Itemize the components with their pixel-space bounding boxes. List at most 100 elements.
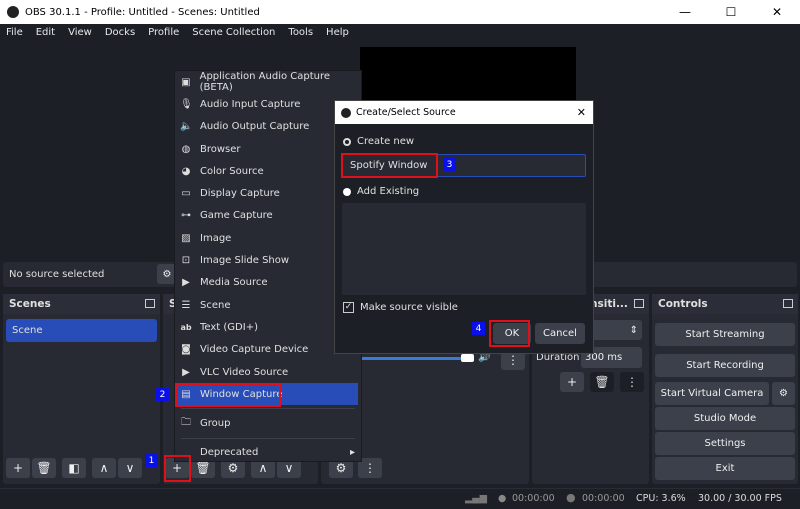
menu-edit[interactable]: Edit — [36, 27, 55, 38]
menu-tools[interactable]: Tools — [288, 27, 313, 38]
no-source-label: No source selected — [9, 269, 105, 280]
title-bar: OBS 30.1.1 - Profile: Untitled - Scenes:… — [0, 0, 800, 24]
exit-button[interactable]: Exit — [655, 457, 795, 480]
scene-filters-button[interactable]: ◧ — [62, 458, 86, 478]
scenes-dock: Scenes Scene + 🗑 ◧ ∧ ∨ — [3, 294, 160, 484]
start-virtual-camera-button[interactable]: Start Virtual Camera — [655, 382, 769, 405]
speaker-icon: 🔈 — [180, 121, 193, 133]
cancel-button[interactable]: Cancel — [535, 323, 585, 344]
image-icon: ▨ — [181, 232, 191, 244]
record-time: 00:00:00 — [582, 493, 625, 504]
menu-item-label: Group — [200, 418, 231, 430]
menu-file[interactable]: File — [6, 27, 23, 38]
highlight-source-name — [341, 153, 438, 178]
obs-logo-icon — [341, 107, 351, 118]
menu-item-label: Video Capture Device — [200, 344, 309, 356]
undock-icon[interactable] — [783, 299, 793, 308]
menu-help[interactable]: Help — [326, 27, 349, 38]
status-bar: ▂▄▆ ● 00:00:00 ● 00:00:00 CPU: 3.6% 30.0… — [0, 488, 800, 509]
menu-item-label: Audio Input Capture — [200, 98, 301, 110]
menu-item-label: Scene — [200, 299, 231, 311]
menu-item-label: VLC Video Source — [200, 366, 289, 378]
volume-slider[interactable] — [361, 357, 471, 360]
menu-item-group[interactable]: 🗀 Group — [175, 412, 361, 434]
menu-item-label: Text (GDI+) — [200, 321, 258, 333]
menu-item-label: Image — [200, 232, 232, 244]
make-visible-label: Make source visible — [360, 302, 458, 313]
monitor-icon: ▭ — [181, 188, 191, 200]
menu-item-label: Media Source — [200, 277, 268, 289]
text-icon: ab — [180, 322, 192, 332]
menu-item-app-audio[interactable]: ▣ Application Audio Capture (BETA) — [175, 71, 361, 93]
settings-button[interactable]: Settings — [655, 432, 795, 455]
add-existing-label: Add Existing — [357, 186, 420, 197]
maximize-button[interactable]: ☐ — [708, 0, 754, 24]
menu-item-label: Image Slide Show — [200, 255, 290, 267]
stream-indicator-icon: ● — [498, 493, 507, 504]
volume-slider-handle[interactable] — [461, 354, 474, 362]
play-icon: ▶ — [182, 277, 190, 289]
make-visible-checkbox[interactable]: ✓ Make source visible — [343, 302, 458, 313]
add-scene-button[interactable]: + — [6, 458, 30, 478]
menu-item-label: Display Capture — [200, 188, 280, 200]
menu-profile[interactable]: Profile — [148, 27, 179, 38]
globe-icon: ◍ — [181, 143, 191, 155]
highlight-add-source — [164, 455, 191, 482]
studio-mode-button[interactable]: Studio Mode — [655, 407, 795, 430]
highlight-ok-button — [489, 320, 530, 347]
remove-transition-button[interactable]: 🗑 — [590, 372, 614, 392]
transition-select[interactable]: ⇕ — [592, 320, 642, 340]
scenes-header: Scenes — [3, 294, 160, 314]
microphone-icon: 🎙 — [180, 98, 193, 110]
close-button[interactable]: ✕ — [754, 0, 800, 24]
menu-item-label: Audio Output Capture — [200, 121, 310, 133]
dialog-title-bar: Create/Select Source ✕ — [335, 101, 593, 124]
folder-icon: 🗀 — [181, 417, 191, 429]
add-existing-radio[interactable]: Add Existing — [343, 186, 419, 197]
menu-bar: File Edit View Docks Profile Scene Colle… — [0, 24, 800, 41]
record-indicator-icon: ● — [566, 491, 576, 504]
menu-scene-collection[interactable]: Scene Collection — [192, 27, 275, 38]
menu-item-vlc-video[interactable]: ▶ VLC Video Source — [175, 361, 361, 383]
remove-scene-button[interactable]: 🗑 — [32, 458, 56, 478]
create-new-label: Create new — [357, 136, 415, 147]
controls-title: Controls — [658, 298, 708, 310]
scenes-title: Scenes — [9, 298, 51, 310]
play-icon: ▶ — [182, 366, 190, 378]
transition-menu-button[interactable]: ⋮ — [620, 372, 644, 392]
stream-time: 00:00:00 — [512, 493, 555, 504]
start-streaming-button[interactable]: Start Streaming — [655, 323, 795, 346]
minimize-button[interactable]: — — [662, 0, 708, 24]
cpu-usage: CPU: 3.6% — [636, 493, 686, 504]
submenu-arrow-icon: ▸ — [349, 447, 355, 459]
scene-label: Scene — [12, 325, 43, 336]
menu-item-label: Color Source — [200, 165, 264, 177]
gamepad-icon: ⊶ — [181, 210, 191, 222]
obs-logo-icon — [7, 6, 19, 18]
window-title: OBS 30.1.1 - Profile: Untitled - Scenes:… — [25, 6, 260, 18]
create-select-source-dialog: Create/Select Source ✕ Create new Spotif… — [334, 100, 594, 354]
start-recording-button[interactable]: Start Recording — [655, 354, 795, 377]
undock-icon[interactable] — [145, 299, 155, 308]
add-transition-button[interactable]: + — [560, 372, 584, 392]
undock-icon[interactable] — [634, 299, 644, 308]
camera-icon: ◙ — [181, 344, 191, 356]
menu-item-deprecated[interactable]: Deprecated ▸ — [175, 442, 361, 464]
list-icon: ☰ — [181, 299, 191, 311]
existing-sources-list[interactable] — [342, 203, 586, 295]
network-signal-icon: ▂▄▆ — [465, 493, 487, 504]
dialog-title: Create/Select Source — [356, 107, 456, 118]
menu-separator — [181, 437, 355, 439]
annotation-badge: 3 — [443, 158, 456, 171]
menu-item-label: Deprecated — [200, 447, 259, 459]
dialog-close-button[interactable]: ✕ — [577, 106, 586, 119]
move-scene-down-button[interactable]: ∨ — [118, 458, 142, 478]
create-new-radio[interactable]: Create new — [343, 136, 414, 147]
menu-separator — [181, 408, 355, 410]
menu-view[interactable]: View — [68, 27, 92, 38]
virtual-camera-settings-button[interactable]: ⚙ — [772, 382, 795, 405]
scene-item[interactable]: Scene — [6, 319, 157, 342]
menu-docks[interactable]: Docks — [105, 27, 135, 38]
checkbox-icon: ✓ — [343, 302, 354, 313]
move-scene-up-button[interactable]: ∧ — [92, 458, 116, 478]
